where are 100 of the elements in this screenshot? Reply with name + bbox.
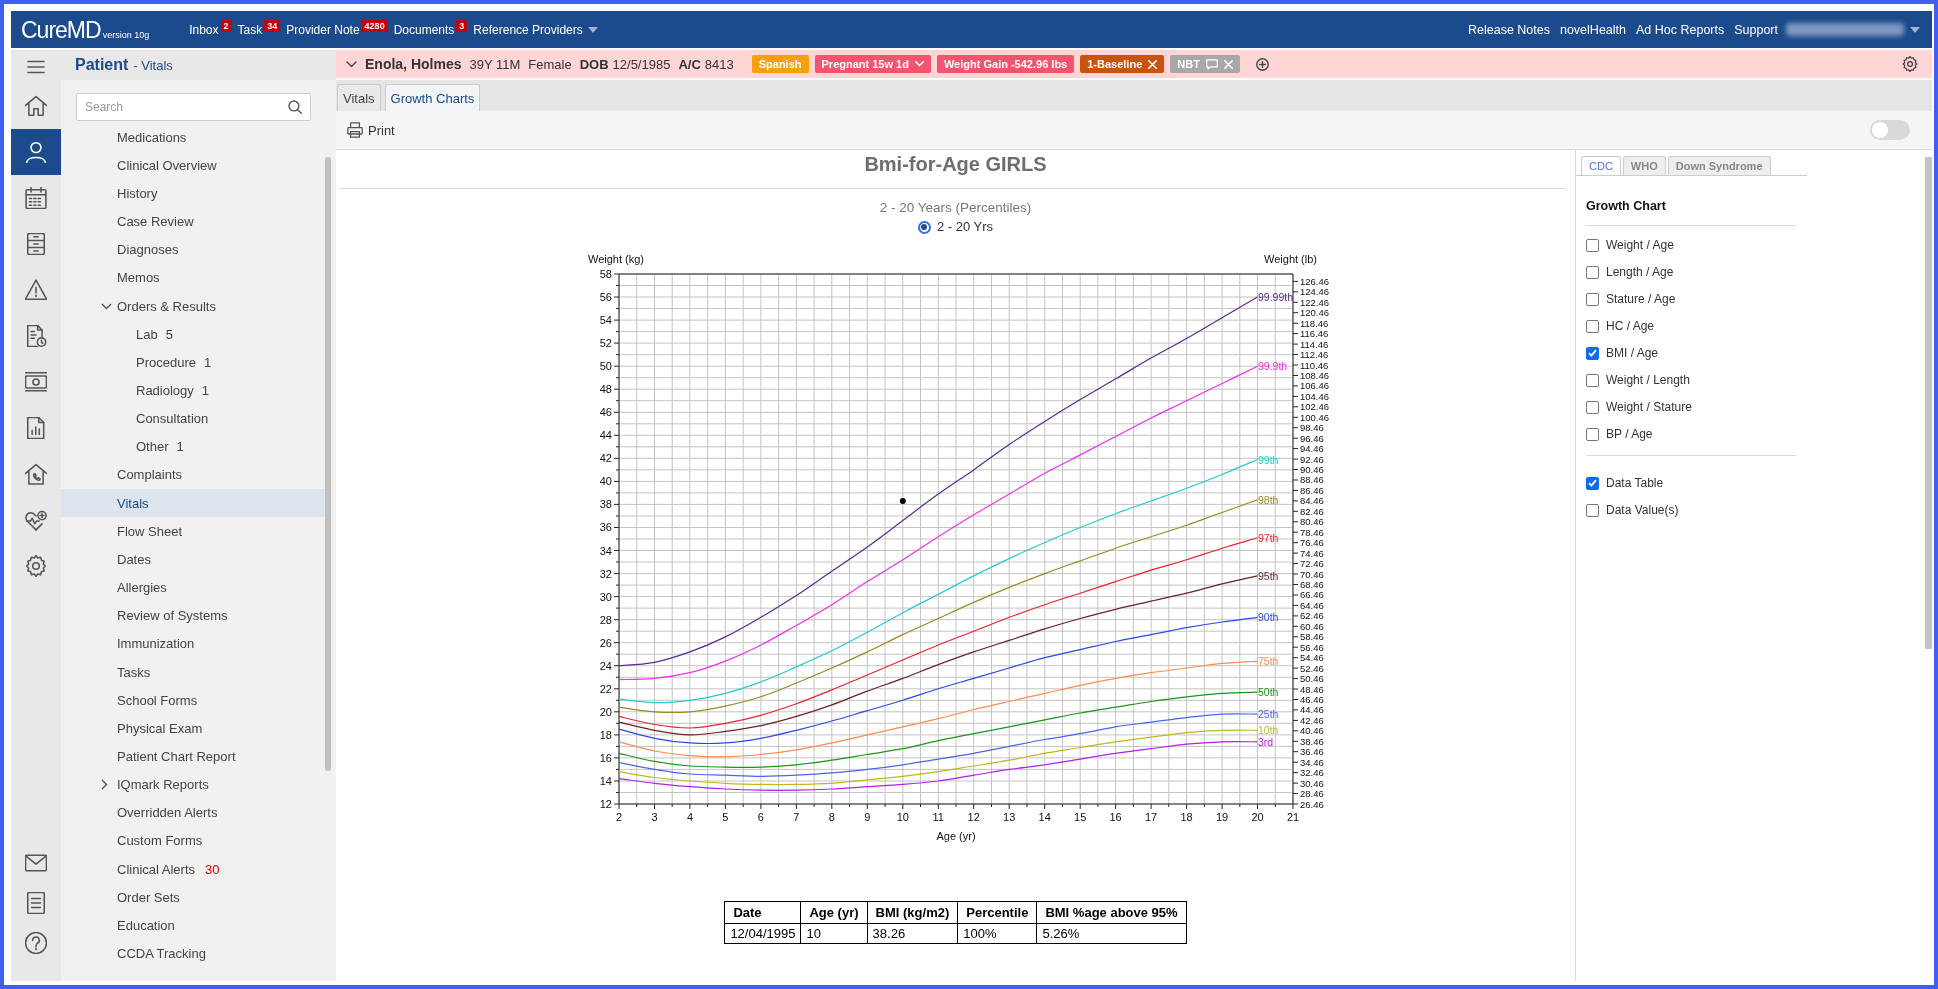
sidebar-item[interactable]: Complaints	[61, 460, 325, 490]
report-chart-icon	[25, 417, 47, 439]
checkbox-label[interactable]: Weight / Length	[1606, 373, 1690, 387]
checkbox-label[interactable]: Weight / Age	[1606, 238, 1674, 252]
sidebar-item[interactable]: Flow Sheet	[61, 517, 325, 546]
nav-rail-item[interactable]	[11, 129, 61, 175]
radio-label[interactable]: 2 - 20 Yrs	[936, 218, 994, 236]
secondary-y-tick-label: 62.46	[1299, 610, 1324, 622]
sidebar-item[interactable]: Dates	[61, 545, 325, 574]
tab[interactable]: Vitals	[337, 84, 381, 111]
sidebar-item[interactable]: Education	[61, 911, 325, 940]
chevron-right-icon[interactable]	[101, 779, 108, 791]
sidebar-item[interactable]: Physical Exam	[61, 714, 325, 743]
nav-link[interactable]: Inbox	[189, 22, 219, 37]
sidebar-item[interactable]: Procedure 1	[61, 348, 325, 377]
header-link[interactable]: novelHealth	[1559, 22, 1626, 37]
sidebar-item[interactable]: Order Sets	[61, 883, 325, 912]
radio-button[interactable]	[917, 220, 931, 234]
y-tick-label: 14	[599, 774, 612, 787]
checkbox-label[interactable]: BP / Age	[1606, 427, 1653, 441]
checkbox[interactable]	[1586, 238, 1599, 252]
sidebar-item[interactable]: Diagnoses	[61, 235, 325, 264]
x-tick-label: 14	[1038, 811, 1051, 823]
scrollbar[interactable]	[325, 157, 331, 771]
sidebar-item[interactable]: Review of Systems	[61, 601, 325, 630]
add-icon[interactable]	[1255, 57, 1269, 71]
checkbox-label[interactable]: HC / Age	[1606, 319, 1655, 333]
sidebar-item[interactable]: Medications	[61, 123, 325, 152]
checkbox-label[interactable]: Length / Age	[1606, 265, 1674, 279]
checkbox[interactable]	[1586, 400, 1599, 414]
secondary-y-tick-label: 68.46	[1299, 579, 1324, 590]
checkbox[interactable]	[1586, 319, 1599, 333]
checkbox[interactable]	[1586, 503, 1599, 517]
caret-down-icon[interactable]	[1910, 26, 1920, 33]
x-axis-title: Age (yr)	[935, 830, 976, 842]
sidebar-item[interactable]: Memos	[61, 263, 325, 292]
sidebar-item[interactable]: Orders & Results	[61, 291, 325, 321]
sidebar-item[interactable]: IQmark Reports	[61, 770, 325, 799]
checkbox-label[interactable]: Data Value(s)	[1606, 503, 1679, 517]
checkbox[interactable]	[1586, 265, 1599, 279]
tab[interactable]: CDC	[1581, 156, 1621, 175]
secondary-y-tick-label: 106.46	[1299, 380, 1329, 392]
nav-menu[interactable]: Reference Providers	[473, 22, 598, 37]
settings-icon[interactable]	[1902, 56, 1918, 72]
header-link[interactable]: Release Notes	[1467, 22, 1550, 37]
sidebar-item[interactable]: Clinical Alerts 30	[61, 855, 325, 884]
secondary-y-tick-label: 46.46	[1299, 694, 1324, 705]
sidebar-item[interactable]: Custom Forms	[61, 826, 325, 856]
checkbox[interactable]	[1586, 346, 1599, 360]
secondary-y-tick-label: 84.46	[1299, 495, 1324, 507]
sidebar-item[interactable]: Radiology 1	[61, 376, 325, 405]
chevron-down-icon[interactable]	[346, 60, 357, 68]
menu-icon[interactable]	[27, 59, 45, 74]
invoice-icon	[25, 325, 47, 347]
scrollbar[interactable]	[1925, 157, 1932, 649]
secondary-y-tick-label: 94.46	[1299, 443, 1324, 455]
checkbox[interactable]	[1586, 373, 1599, 387]
sidebar-item[interactable]: Overridden Alerts	[61, 798, 325, 827]
table-cell: 10	[800, 923, 868, 944]
header-link[interactable]: Support	[1734, 22, 1778, 37]
sidebar-item[interactable]: Vitals	[61, 489, 325, 518]
sidebar-item[interactable]: Tasks	[61, 657, 325, 687]
close-icon[interactable]	[1148, 59, 1158, 69]
sidebar-item[interactable]: Patient Chart Report	[61, 742, 325, 771]
sidebar-item[interactable]: Lab 5	[61, 320, 325, 349]
sidebar-item[interactable]: Clinical Overview	[61, 151, 325, 180]
checkbox[interactable]	[1586, 427, 1599, 441]
sidebar-item[interactable]: School Forms	[61, 686, 325, 715]
x-tick-label: 17	[1144, 811, 1157, 823]
checkbox[interactable]	[1586, 292, 1599, 306]
x-tick-label: 6	[757, 811, 764, 823]
checkbox-label[interactable]: Data Table	[1606, 476, 1664, 490]
sidebar-item[interactable]: History	[61, 179, 325, 208]
nav-link[interactable]: Provider Note	[286, 22, 360, 37]
table-cell: 38.26	[867, 923, 958, 944]
search-icon[interactable]	[288, 100, 302, 114]
sidebar-item[interactable]: Immunization	[61, 629, 325, 658]
secondary-y-tick-label: 74.46	[1299, 547, 1324, 559]
sidebar-item[interactable]: Other 1	[61, 432, 325, 461]
sidebar-item[interactable]: Case Review	[61, 207, 325, 236]
printer-icon	[347, 122, 363, 138]
sidebar-item[interactable]: CCDA Tracking	[61, 939, 325, 968]
sidebar-item[interactable]: Consultation	[61, 404, 325, 433]
chevron-down-icon[interactable]	[101, 302, 112, 310]
tab[interactable]: Growth Charts	[384, 84, 481, 111]
checkbox-label[interactable]: Stature / Age	[1606, 292, 1676, 306]
nav-link[interactable]: Documents	[393, 22, 455, 37]
logo-text[interactable]: CureMD	[21, 16, 101, 43]
checkbox[interactable]	[1586, 476, 1599, 490]
checkbox-label[interactable]: Weight / Stature	[1606, 400, 1692, 414]
column-header: BMI %age above 95%	[1036, 901, 1187, 924]
sidebar-item[interactable]: Allergies	[61, 573, 325, 602]
patient-tag[interactable]: 1-Baseline	[1080, 55, 1165, 73]
checkbox-label[interactable]: BMI / Age	[1606, 346, 1659, 360]
nav-link[interactable]: Task	[237, 22, 263, 37]
search-field[interactable]: Search	[76, 93, 311, 121]
print-button[interactable]: Print	[345, 120, 397, 140]
secondary-y-tick-label: 38.46	[1299, 735, 1324, 747]
header-link[interactable]: Ad Hoc Reports	[1636, 22, 1725, 37]
toggle-switch[interactable]	[1870, 120, 1910, 140]
